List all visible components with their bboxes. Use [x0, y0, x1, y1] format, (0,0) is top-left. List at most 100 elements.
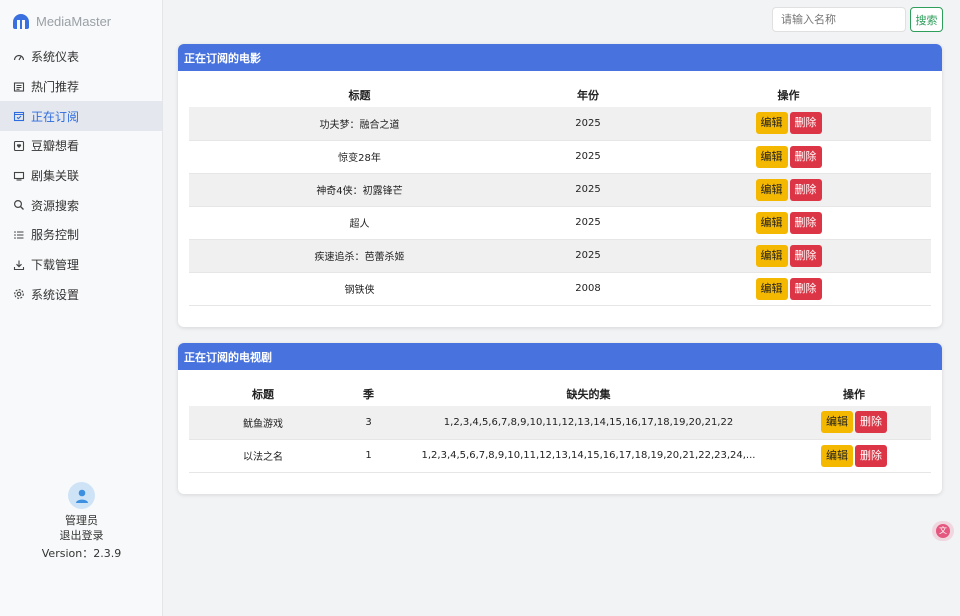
tv-card: 正在订阅的电视剧 标题 季 缺失的集 操作 鱿鱼游戏 3 1,2,3,4,5,6,7…	[178, 343, 942, 494]
movie-title: 神奇4侠：初露锋芒	[189, 173, 530, 207]
edit-button[interactable]: 编辑	[755, 178, 788, 201]
sidebar-item-label: 豆瓣想看	[31, 139, 80, 154]
app-name: MediaMaster	[36, 13, 112, 29]
sidebar-item-5[interactable]: 资源搜索	[0, 190, 162, 220]
edit-button[interactable]: 编辑	[821, 444, 853, 467]
delete-button[interactable]: 删除	[789, 178, 822, 201]
movie-title: 惊变28年	[189, 140, 530, 174]
tv-season: 1	[337, 439, 400, 473]
movie-title: 超人	[189, 206, 530, 240]
search-icon	[13, 199, 25, 211]
tv-card-title: 正在订阅的电视剧	[178, 343, 942, 370]
delete-button[interactable]: 删除	[855, 411, 887, 434]
row-actions: 编辑 删除	[646, 206, 931, 240]
table-row: 疾速追杀：芭蕾杀姬 2025 编辑 删除	[189, 239, 931, 273]
column-header-actions: 操作	[777, 89, 800, 102]
table-row: 钢铁侠 2008 编辑 删除	[189, 272, 931, 306]
edit-button[interactable]: 编辑	[755, 112, 788, 135]
edit-button[interactable]: 编辑	[755, 145, 788, 168]
delete-button[interactable]: 删除	[789, 244, 822, 267]
movie-title: 钢铁侠	[189, 272, 530, 306]
delete-button[interactable]: 删除	[855, 444, 887, 467]
sidebar-item-1[interactable]: 热门推荐	[0, 72, 162, 102]
column-header-season: 季	[363, 388, 374, 401]
list-icon	[13, 229, 25, 241]
search-button[interactable]: 搜索	[910, 7, 943, 32]
translate-icon: 文	[936, 524, 950, 538]
sidebar-item-4[interactable]: 剧集关联	[0, 161, 162, 191]
sidebar-item-label: 系统设置	[31, 287, 80, 302]
movie-year: 2025	[530, 173, 646, 207]
row-actions: 编辑 删除	[646, 239, 931, 273]
table-row: 超人 2025 编辑 删除	[189, 206, 931, 240]
user-icon	[75, 489, 88, 503]
sidebar-item-2[interactable]: 正在订阅	[0, 101, 162, 132]
column-header-year: 年份	[577, 89, 599, 102]
search-input[interactable]	[772, 7, 906, 32]
user-name: 管理员	[65, 514, 98, 527]
delete-button[interactable]: 删除	[789, 145, 822, 168]
delete-button[interactable]: 删除	[789, 112, 822, 135]
sidebar-item-0[interactable]: 系统仪表	[0, 42, 162, 72]
sidebar-item-label: 剧集关联	[31, 169, 80, 184]
version-label: Version：2.3.9	[41, 547, 122, 560]
tv-season: 3	[337, 406, 400, 440]
table-row: 功夫梦：融合之道 2025 编辑 删除	[189, 107, 931, 141]
column-header-title: 标题	[348, 89, 371, 102]
sidebar-item-label: 服务控制	[31, 228, 80, 243]
row-actions: 编辑 删除	[646, 140, 931, 174]
row-actions: 编辑 删除	[777, 406, 931, 440]
tv-missing-episodes: 1,2,3,4,5,6,7,8,9,10,11,12,13,14,15,16,1…	[400, 406, 777, 440]
movie-year: 2025	[530, 107, 646, 141]
movie-title: 疾速追杀：芭蕾杀姬	[189, 239, 530, 273]
row-actions: 编辑 删除	[646, 173, 931, 207]
sidebar-item-label: 热门推荐	[31, 80, 80, 95]
gear-icon	[13, 288, 25, 300]
sidebar-item-3[interactable]: 豆瓣想看	[0, 131, 162, 161]
delete-button[interactable]: 删除	[789, 211, 822, 234]
tv-table: 标题 季 缺失的集 操作 鱿鱼游戏 3 1,2,3,4,5,6,7,8,9,10,1…	[189, 382, 931, 473]
logout-link[interactable]: 退出登录	[0, 528, 163, 543]
row-actions: 编辑 删除	[646, 107, 931, 141]
avatar[interactable]	[68, 482, 95, 509]
table-row: 以法之名 1 1,2,3,4,5,6,7,8,9,10,11,12,13,14,15…	[189, 439, 931, 473]
row-actions: 编辑 删除	[646, 272, 931, 306]
sidebar-nav: 系统仪表热门推荐正在订阅豆瓣想看剧集关联资源搜索服务控制下载管理系统设置	[0, 42, 162, 309]
movie-year: 2025	[530, 140, 646, 174]
edit-button[interactable]: 编辑	[821, 411, 853, 434]
sidebar: MediaMaster 系统仪表热门推荐正在订阅豆瓣想看剧集关联资源搜索服务控制…	[0, 0, 163, 616]
sidebar-item-label: 正在订阅	[31, 109, 80, 124]
movie-year: 2025	[530, 206, 646, 240]
dashboard-icon	[13, 51, 25, 63]
translate-float-button[interactable]: 文	[932, 521, 954, 541]
movie-title: 功夫梦：融合之道	[189, 107, 530, 141]
column-header-title: 标题	[252, 388, 274, 401]
movie-year: 2008	[530, 272, 646, 306]
user-panel: 管理员 退出登录 Version：2.3.9	[0, 482, 163, 562]
mediamaster-logo-icon	[13, 13, 29, 29]
edit-button[interactable]: 编辑	[755, 211, 788, 234]
sidebar-item-label: 下载管理	[31, 258, 80, 273]
table-row: 神奇4侠：初露锋芒 2025 编辑 删除	[189, 173, 931, 207]
edit-button[interactable]: 编辑	[755, 277, 788, 300]
sidebar-item-6[interactable]: 服务控制	[0, 220, 162, 250]
movies-card-title: 正在订阅的电影	[178, 44, 942, 71]
tv-missing-episodes: 1,2,3,4,5,6,7,8,9,10,11,12,13,14,15,16,1…	[400, 439, 777, 473]
edit-button[interactable]: 编辑	[755, 244, 788, 267]
inbox-heart-icon	[13, 140, 25, 152]
sidebar-item-label: 资源搜索	[31, 198, 80, 213]
sidebar-item-8[interactable]: 系统设置	[0, 280, 162, 310]
movie-year: 2025	[530, 239, 646, 273]
table-row: 鱿鱼游戏 3 1,2,3,4,5,6,7,8,9,10,11,12,13,14,15…	[189, 406, 931, 440]
delete-button[interactable]: 删除	[789, 277, 822, 300]
row-actions: 编辑 删除	[777, 439, 931, 473]
brand[interactable]: MediaMaster	[0, 0, 162, 42]
tv-title: 以法之名	[189, 439, 337, 473]
table-row: 惊变28年 2025 编辑 删除	[189, 140, 931, 174]
tv-title: 鱿鱼游戏	[189, 406, 337, 440]
column-header-actions: 操作	[843, 388, 865, 401]
calendar-check-icon	[13, 110, 25, 122]
tv-icon	[13, 170, 25, 182]
sidebar-item-label: 系统仪表	[31, 50, 80, 65]
sidebar-item-7[interactable]: 下载管理	[0, 250, 162, 280]
